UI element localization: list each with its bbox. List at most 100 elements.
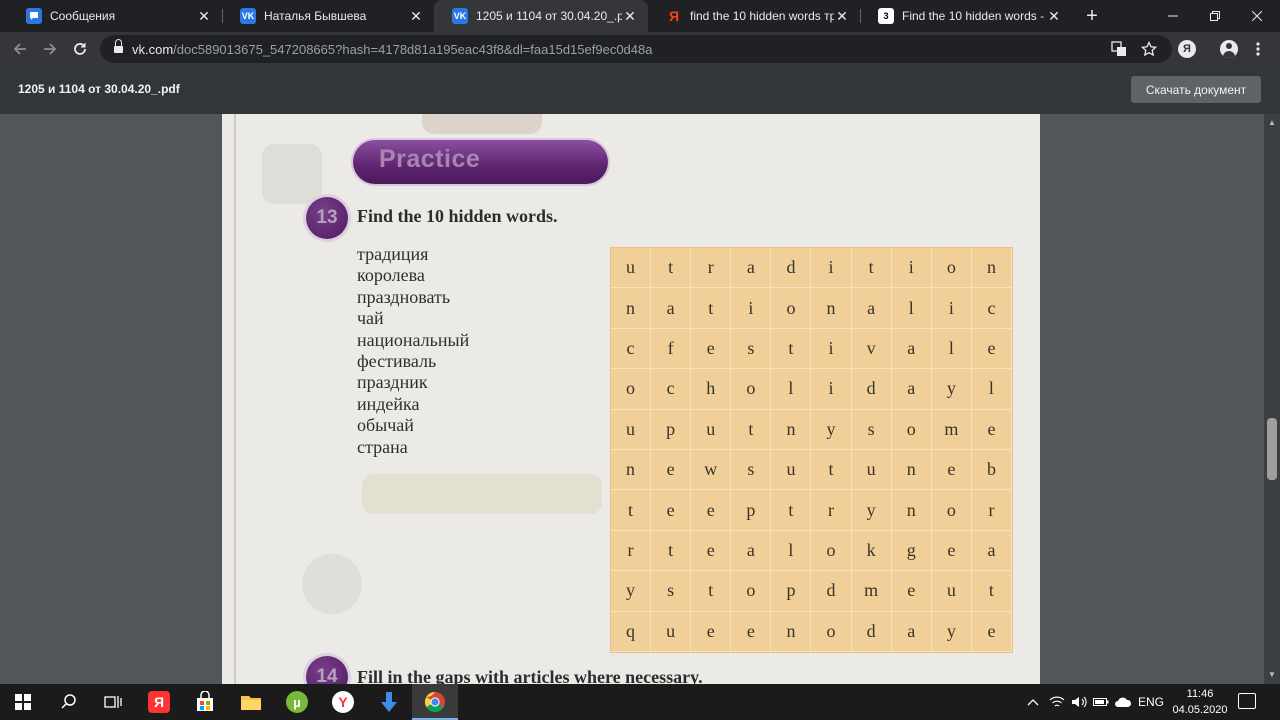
exercise-number-badge: 13 (306, 197, 348, 239)
vk-icon: VK (240, 8, 256, 24)
tab-yandex-search[interactable]: Я find the 10 hidden words традиция ✕ (648, 0, 860, 32)
grid-cell: y (851, 490, 892, 531)
tab-title: Find the 10 hidden words - Школьные Знан… (902, 9, 1046, 23)
faded-illustration (302, 554, 362, 614)
word-list-item: обычай (357, 415, 414, 436)
taskbar-explorer-app[interactable] (228, 684, 274, 720)
grid-cell: l (971, 369, 1012, 410)
windows-icon (15, 694, 31, 710)
word-list-item: индейка (357, 393, 420, 414)
start-button[interactable] (0, 684, 46, 720)
tab-messages[interactable]: Сообщения ✕ (8, 0, 222, 32)
notification-center-icon[interactable] (1238, 693, 1256, 709)
word-search-grid: utraditionnationaliccfestivaleocholidayl… (610, 247, 1013, 653)
grid-cell: n (971, 248, 1012, 289)
grid-cell: n (891, 450, 932, 491)
grid-cell: o (931, 490, 972, 531)
minimize-button[interactable] (1150, 0, 1196, 32)
taskbar-yandex-app[interactable]: Я (136, 684, 182, 720)
grid-cell: e (731, 611, 772, 652)
word-list-item: страна (357, 436, 408, 457)
restore-button[interactable] (1192, 0, 1238, 32)
grid-cell: s (731, 328, 772, 370)
address-bar[interactable]: vk.com/doc589013675_547208665?hash=4178d… (100, 35, 1172, 63)
yandex-icon: Я (668, 8, 680, 24)
chat-icon (26, 8, 42, 24)
grid-cell: e (691, 328, 732, 370)
tab-pdf-document[interactable]: VK 1205 и 1104 от 30.04.20_.pdf ✕ (434, 0, 648, 32)
grid-cell: i (931, 288, 972, 329)
reload-button[interactable] (66, 35, 94, 63)
close-icon[interactable]: ✕ (1046, 8, 1062, 24)
taskbar-store-app[interactable] (182, 684, 228, 720)
volume-icon[interactable] (1070, 684, 1088, 720)
system-clock[interactable]: 11:46 04.05.2020 (1170, 686, 1230, 718)
input-language-indicator[interactable]: ENG (1136, 684, 1166, 720)
faded-illustration (422, 114, 542, 134)
search-button[interactable] (46, 684, 92, 720)
grid-cell: l (891, 288, 932, 329)
tab-natalya[interactable]: VK Наталья Бывшева ✕ (222, 0, 434, 32)
grid-cell: s (851, 409, 892, 450)
grid-cell: e (691, 530, 732, 572)
grid-cell: y (931, 611, 972, 652)
yandex-extension-icon[interactable]: Я (1178, 40, 1196, 58)
grid-cell: e (971, 611, 1012, 652)
close-icon[interactable]: ✕ (834, 8, 850, 24)
folder-icon (241, 696, 261, 710)
grid-cell: e (691, 611, 732, 652)
grid-cell: a (651, 288, 692, 329)
utorrent-icon: µ (286, 691, 308, 713)
word-list-item: национальный (357, 329, 470, 350)
scrollbar-track[interactable] (1264, 114, 1280, 684)
bookmark-star-icon[interactable] (1140, 40, 1158, 58)
tray-overflow-chevron-icon[interactable] (1024, 684, 1042, 720)
tab-strip: Сообщения ✕ VK Наталья Бывшева ✕ VK 1205… (0, 0, 1280, 32)
grid-cell: o (811, 530, 852, 572)
taskbar-yandex-round-app[interactable]: Y (320, 684, 366, 720)
grid-cell: s (651, 571, 692, 612)
close-icon[interactable]: ✕ (408, 8, 424, 24)
task-view-button[interactable] (90, 684, 136, 720)
tab-znanija[interactable]: 3 Find the 10 hidden words - Школьные Зн… (860, 0, 1072, 32)
battery-icon[interactable] (1092, 684, 1110, 720)
scroll-up-arrow-icon[interactable]: ▲ (1264, 116, 1280, 128)
address-url[interactable]: vk.com/doc589013675_547208665?hash=4178d… (132, 42, 652, 57)
translate-icon[interactable] (1110, 40, 1128, 58)
close-window-button[interactable] (1234, 0, 1280, 32)
grid-cell: d (851, 611, 892, 652)
grid-cell: t (651, 530, 692, 572)
grid-cell: o (891, 409, 932, 450)
grid-cell: d (851, 369, 892, 410)
grid-cell: e (971, 409, 1012, 450)
grid-cell: k (851, 530, 892, 572)
menu-kebab-icon[interactable] (1250, 39, 1266, 59)
grid-cell: n (891, 490, 932, 531)
close-icon[interactable]: ✕ (622, 8, 638, 24)
grid-cell: r (691, 248, 732, 289)
grid-cell: n (771, 409, 812, 450)
close-icon[interactable]: ✕ (196, 8, 212, 24)
pdf-page: Practice 13 Find the 10 hidden words. тр… (222, 114, 1040, 684)
grid-cell: d (771, 248, 812, 289)
grid-cell: u (851, 450, 892, 491)
word-list: традиция королева праздновать чай национ… (357, 244, 469, 458)
grid-cell: u (651, 611, 692, 652)
scrollbar-thumb[interactable] (1267, 418, 1277, 480)
lock-icon[interactable] (114, 39, 123, 54)
grid-cell: c (611, 328, 652, 370)
onedrive-cloud-icon[interactable] (1114, 684, 1132, 720)
taskbar-utorrent-app[interactable]: µ (274, 684, 320, 720)
back-button[interactable] (6, 35, 34, 63)
download-document-button[interactable]: Скачать документ (1131, 76, 1261, 103)
account-avatar-icon[interactable] (1220, 40, 1238, 58)
new-tab-button[interactable]: + (1080, 4, 1104, 28)
grid-cell: m (931, 409, 972, 450)
grid-cell: o (811, 611, 852, 652)
scroll-down-arrow-icon[interactable]: ▼ (1264, 668, 1280, 680)
forward-button[interactable] (36, 35, 64, 63)
taskbar-download-app[interactable] (366, 684, 412, 720)
network-wifi-icon[interactable] (1048, 684, 1066, 720)
grid-cell: i (811, 328, 852, 370)
taskbar-chrome-app[interactable] (412, 684, 458, 720)
